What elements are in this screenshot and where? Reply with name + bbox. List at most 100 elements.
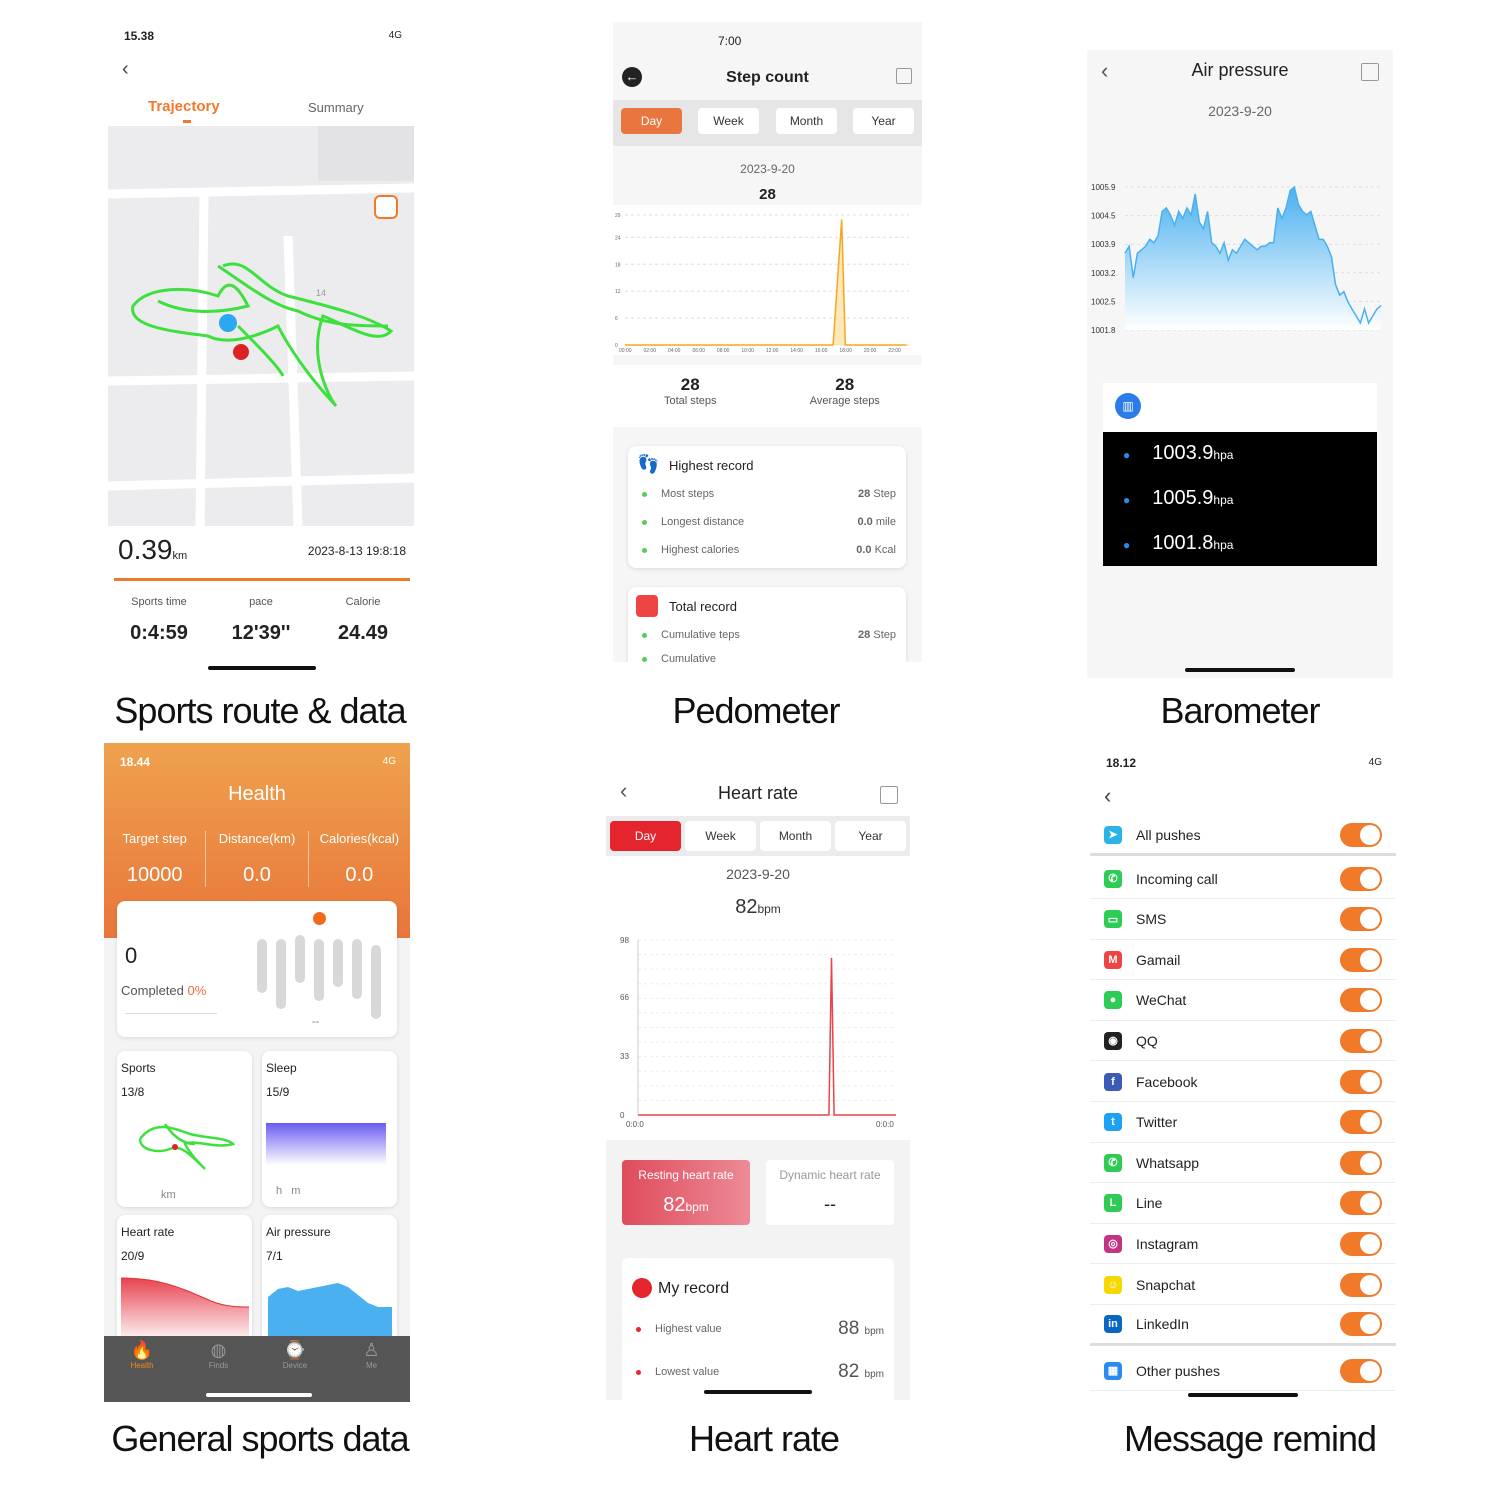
push-toggle[interactable] — [1340, 1150, 1382, 1175]
date-label: 2023-9-20 — [726, 866, 790, 882]
share-icon[interactable] — [374, 195, 398, 219]
dynamic-heart-rate-card[interactable]: Dynamic heart rate -- — [766, 1160, 894, 1225]
record-value: 0.0 mile — [857, 516, 896, 528]
push-row-whatsapp: ✆ Whatsapp — [1090, 1143, 1396, 1184]
tile-heart-rate[interactable]: Heart rate 20/9 — [117, 1215, 252, 1355]
push-toggle[interactable] — [1340, 1069, 1382, 1094]
push-row-wechat: ● WeChat — [1090, 981, 1396, 1021]
day-bar — [352, 939, 362, 999]
day-bar — [314, 939, 324, 1001]
resting-heart-rate-card[interactable]: Resting heart rate 82bpm — [622, 1160, 750, 1225]
push-toggle[interactable] — [1340, 1231, 1382, 1256]
y-tick-label: 12 — [615, 289, 621, 295]
x-tick-label: 22:00 — [888, 348, 901, 354]
value-number: 0.0 — [857, 516, 873, 528]
nav-me[interactable]: ♙ Me — [334, 1340, 410, 1370]
home-indicator — [1188, 1393, 1298, 1397]
push-label: QQ — [1136, 1032, 1158, 1049]
push-toggle[interactable] — [1340, 1110, 1382, 1135]
tab-week[interactable]: Week — [685, 821, 756, 851]
value-unit: bpm — [864, 1369, 884, 1380]
average-steps: 28 Average steps — [809, 375, 880, 407]
y-tick-label: 1003.9 — [1091, 240, 1116, 249]
bullet-icon — [642, 632, 647, 638]
push-label: Line — [1136, 1195, 1163, 1212]
push-label: LinkedIn — [1136, 1316, 1189, 1333]
heart-value: 82bpm — [735, 896, 781, 918]
period-tabs: Day Week Month Year — [613, 100, 922, 146]
back-icon[interactable]: ‹ — [1104, 783, 1111, 809]
record-icon — [636, 595, 658, 617]
tab-day[interactable]: Day — [610, 821, 681, 851]
push-toggle[interactable] — [1340, 947, 1382, 972]
x-tick-label: 08:00 — [717, 348, 730, 354]
record-value: 28 Step — [858, 488, 896, 500]
health-stats: Target step 10000 Distance(km) 0.0 Calorie… — [104, 831, 410, 887]
caption-general: General sports data — [111, 1418, 409, 1459]
push-label: Other pushes — [1136, 1362, 1221, 1379]
tab-week[interactable]: Week — [698, 108, 759, 134]
completed-label: Completed 0% — [121, 983, 207, 998]
y-tick-label: 33 — [620, 1052, 629, 1061]
record-label: Highest calories — [661, 544, 740, 556]
record-label: Longest distance — [661, 516, 745, 528]
tab-year[interactable]: Year — [853, 108, 914, 134]
bullet-icon: ● — [1123, 493, 1131, 507]
tab-day[interactable]: Day — [621, 108, 682, 134]
bullet-icon — [642, 656, 647, 662]
planet-icon: ◍ — [210, 1340, 227, 1360]
stats-row: Sports time 0:4:59 pace 12'39'' Calorie 24.… — [108, 596, 414, 645]
reading-unit: hpa — [1213, 448, 1234, 462]
tile-air-pressure[interactable]: Air pressure 7/1 — [262, 1215, 397, 1355]
push-row-instagram: ◎ Instagram — [1090, 1224, 1396, 1265]
readings-list: ● 1003.9hpa ● 1005.9hpa ● 1001.8hpa — [1103, 432, 1377, 566]
push-toggle[interactable] — [1340, 1358, 1382, 1383]
step-count: 0 — [125, 943, 138, 968]
tab-summary[interactable]: Summary — [308, 100, 364, 115]
chart-icon: ▥ — [1115, 393, 1141, 419]
route-map[interactable]: 14 — [108, 126, 414, 526]
push-toggle[interactable] — [1340, 866, 1382, 891]
x-tick-label: 14:00 — [790, 348, 803, 354]
heart-rate-chart: 0 33 66 98 0:0:0 0:0:0 — [620, 936, 896, 1129]
nav-health[interactable]: 🔥 Health — [104, 1340, 180, 1370]
push-toggle[interactable] — [1340, 907, 1382, 932]
value-number: 28 — [858, 488, 871, 500]
tile-sleep[interactable]: Sleep 15/9 h m — [262, 1051, 397, 1207]
push-toggle[interactable] — [1340, 1028, 1382, 1053]
card-title: Highest record — [669, 458, 754, 473]
home-indicator — [208, 666, 316, 670]
push-toggle[interactable] — [1340, 1191, 1382, 1216]
facebook-icon: f — [1104, 1072, 1122, 1091]
x-tick-label: 10:00 — [741, 348, 754, 354]
reading-value: 1005.9 — [1152, 487, 1214, 509]
push-row-snapchat: ☺ Snapchat — [1090, 1265, 1396, 1305]
tab-year[interactable]: Year — [835, 821, 906, 851]
back-icon[interactable]: ‹ — [122, 58, 129, 81]
pressure-chart: 1005.9 1004.5 1003.9 1003.2 1002.5 1001.8 — [1091, 183, 1382, 335]
calendar-icon[interactable] — [896, 68, 912, 84]
calendar-icon[interactable] — [1361, 63, 1379, 81]
heart-rate-line — [638, 957, 896, 1116]
tab-month[interactable]: Month — [760, 821, 831, 851]
tab-trajectory[interactable]: Trajectory — [148, 98, 220, 115]
steps-card[interactable]: 0 Completed 0% -- — [117, 901, 397, 1037]
pressure-reading: ● 1001.8hpa — [1123, 532, 1233, 555]
push-toggle[interactable] — [1340, 1272, 1382, 1297]
tile-sports[interactable]: Sports 13/8 km — [117, 1051, 252, 1207]
nav-label: Finds — [208, 1361, 229, 1370]
nav-device[interactable]: ⌚ Device — [257, 1340, 333, 1370]
wechat-icon: ● — [1104, 991, 1122, 1010]
flame-icon: 🔥 — [130, 1340, 154, 1360]
y-tick-label: 1003.2 — [1091, 269, 1116, 278]
push-toggle[interactable] — [1340, 988, 1382, 1013]
stat-distance: Distance(km) 0.0 — [205, 831, 309, 887]
tab-month[interactable]: Month — [776, 108, 837, 134]
tile-foot: h m — [276, 1185, 301, 1197]
push-toggle[interactable] — [1340, 1312, 1382, 1337]
tile-date: 13/8 — [121, 1085, 145, 1099]
tile-date: 7/1 — [266, 1249, 283, 1263]
push-toggle[interactable] — [1340, 822, 1382, 847]
calendar-icon[interactable] — [880, 786, 898, 804]
nav-finds[interactable]: ◍ Finds — [181, 1340, 257, 1370]
